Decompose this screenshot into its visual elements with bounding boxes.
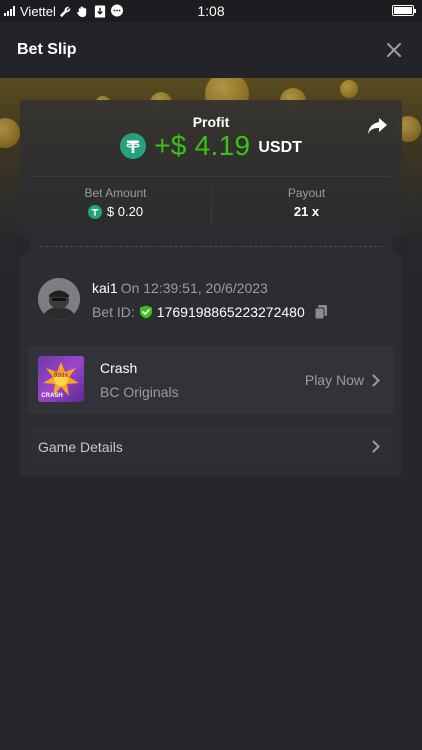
bet-id-value: 1769198865223272480 bbox=[156, 304, 305, 320]
bet-slip-card: Profit +$ 4.19 USDT Bet Amount $ 0.20 Pa… bbox=[10, 100, 412, 476]
game-row[interactable]: 999x CRASH Crash BC Originals Play Now bbox=[28, 346, 394, 414]
copy-icon[interactable] bbox=[313, 304, 329, 320]
user-line: kai1 On 12:39:51, 20/6/2023 bbox=[92, 280, 268, 296]
bet-amount-value: $ 0.20 bbox=[106, 204, 144, 219]
divider bbox=[32, 176, 390, 177]
battery-icon bbox=[392, 5, 416, 16]
game-thumb-badge: 999x bbox=[54, 372, 69, 379]
divider bbox=[211, 188, 212, 226]
close-button[interactable] bbox=[383, 39, 405, 61]
bet-time: On 12:39:51, 20/6/2023 bbox=[120, 280, 268, 296]
coin-decoration bbox=[340, 80, 358, 98]
game-thumbnail-art: 999x CRASH bbox=[41, 362, 79, 399]
bet-id-line: Bet ID: 1769198865223272480 bbox=[92, 304, 329, 320]
usdt-icon bbox=[120, 133, 147, 159]
download-icon bbox=[93, 4, 107, 18]
page-title: Bet Slip bbox=[17, 41, 77, 58]
signal-icon bbox=[4, 6, 15, 16]
profit-currency: USDT bbox=[258, 138, 302, 156]
game-provider: BC Originals bbox=[100, 384, 179, 400]
game-thumb-text: CRASH bbox=[41, 393, 62, 399]
close-icon bbox=[387, 43, 401, 57]
status-bar: Viettel 1:08 bbox=[0, 0, 422, 22]
game-thumbnail: 999x CRASH bbox=[38, 356, 84, 402]
payout-value: 21 x bbox=[293, 204, 320, 219]
play-now-button[interactable]: Play Now bbox=[305, 372, 380, 388]
game-name: Crash bbox=[100, 360, 138, 376]
chat-icon bbox=[110, 4, 124, 18]
carrier-name: Viettel bbox=[20, 3, 56, 19]
payout-stat: Payout 21 x bbox=[211, 186, 402, 228]
dashed-divider bbox=[40, 246, 382, 247]
game-details-label: Game Details bbox=[38, 439, 123, 455]
share-icon bbox=[368, 118, 387, 134]
bet-id-label: Bet ID: bbox=[92, 304, 135, 320]
ticket-notch bbox=[10, 236, 30, 256]
bet-amount-label: Bet Amount bbox=[84, 186, 147, 200]
play-now-label: Play Now bbox=[304, 372, 364, 388]
chevron-right-icon bbox=[372, 440, 380, 453]
coin-decoration bbox=[0, 118, 20, 148]
profit-label: Profit bbox=[192, 114, 230, 130]
username[interactable]: kai1 bbox=[92, 280, 118, 296]
payout-label: Payout bbox=[287, 186, 326, 200]
avatar[interactable] bbox=[38, 278, 80, 320]
avatar-image bbox=[38, 278, 80, 320]
profit-row: +$ 4.19 USDT bbox=[20, 130, 402, 162]
chevron-right-icon bbox=[372, 374, 380, 386]
ticket-notch bbox=[392, 236, 412, 256]
bet-amount-value-row: $ 0.20 bbox=[20, 204, 211, 219]
profit-value: +$ 4.19 bbox=[154, 130, 251, 161]
usdt-icon bbox=[87, 204, 102, 219]
game-details-row[interactable]: Game Details bbox=[28, 426, 394, 468]
header: Bet Slip bbox=[0, 22, 422, 78]
hand-icon bbox=[76, 4, 90, 18]
wrench-icon bbox=[59, 4, 73, 18]
status-left: Viettel bbox=[0, 4, 124, 19]
share-button[interactable] bbox=[366, 115, 388, 137]
bet-amount-stat: Bet Amount $ 0.20 bbox=[20, 186, 211, 228]
shield-check-icon bbox=[139, 305, 152, 319]
